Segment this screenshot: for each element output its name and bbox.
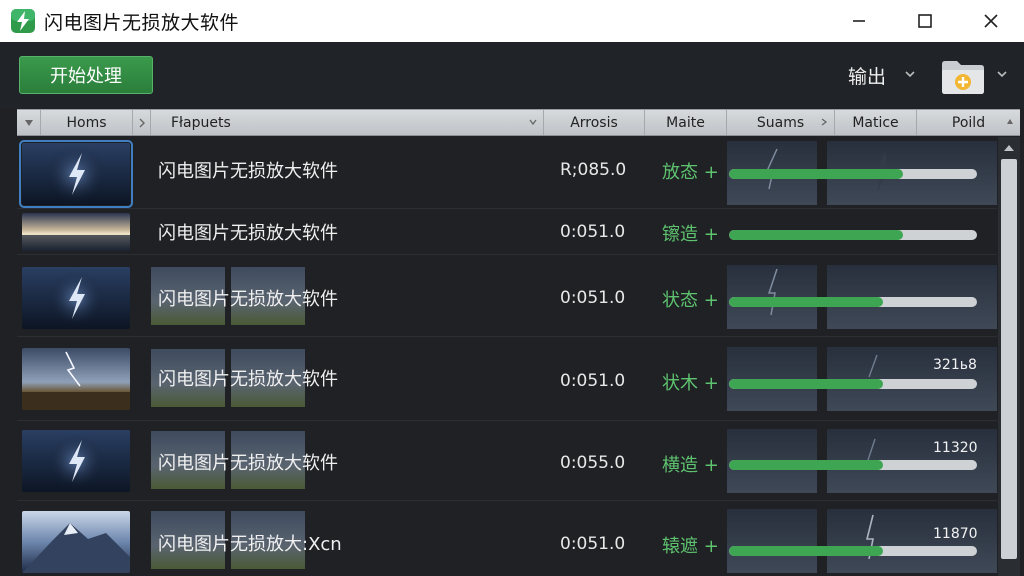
- file-list: 闪电图片无损放大软件 R;085.0 放态 + 闪电图片无损放大软件 0:051…: [17, 137, 997, 576]
- progress-bar: [729, 297, 977, 307]
- table-row[interactable]: 闪电图片无损放大:Xcn 0:051.0 辕遮 + 11870: [17, 501, 997, 576]
- progress-fill: [729, 546, 883, 556]
- close-button[interactable]: [958, 0, 1024, 42]
- image-thumbnail: [22, 213, 130, 251]
- chevron-right-icon: [139, 118, 145, 127]
- column-header-size[interactable]: Poild: [917, 110, 1020, 135]
- file-time: R;085.0: [560, 160, 627, 180]
- image-thumbnail: [22, 430, 130, 492]
- image-thumbnail: [22, 348, 130, 410]
- preview-thumbnail: [827, 509, 917, 573]
- scroll-up-icon[interactable]: [1003, 143, 1015, 153]
- status-text[interactable]: 放态 +: [662, 158, 719, 184]
- progress-fill: [729, 297, 883, 307]
- file-name: 闪电图片无损放大软件: [158, 289, 338, 310]
- status-text[interactable]: 状态 +: [662, 286, 719, 312]
- window-title: 闪电图片无损放大软件: [44, 11, 240, 34]
- output-dropdown-label[interactable]: 输出: [848, 62, 886, 89]
- column-header-homs[interactable]: Homs: [41, 110, 133, 135]
- table-header: Homs Fłapuets Arrosis Maite Suams Matice…: [17, 109, 1020, 136]
- scrollbar-thumb[interactable]: [1001, 159, 1017, 559]
- chevron-down-icon: [529, 119, 537, 126]
- file-size: 321ь8: [933, 357, 977, 373]
- chevron-down-icon[interactable]: [996, 68, 1008, 80]
- close-icon: [984, 14, 998, 28]
- progress-bar: [729, 546, 977, 556]
- table-row[interactable]: 闪电图片无损放大软件 0:051.0 状木 + 321ь8: [17, 337, 997, 421]
- status-text[interactable]: 状木 +: [662, 369, 719, 395]
- column-header-time[interactable]: Arrosis: [544, 110, 645, 135]
- maximize-icon: [918, 14, 932, 28]
- chevron-right-icon: [821, 118, 828, 126]
- window-controls: [826, 0, 1024, 42]
- progress-fill: [729, 169, 903, 179]
- progress-bar: [729, 460, 977, 470]
- folder-add-icon[interactable]: [940, 56, 986, 96]
- file-time: 0:051.0: [560, 288, 626, 308]
- file-time: 0:051.0: [560, 534, 626, 554]
- file-size: 11870: [933, 526, 978, 542]
- progress-bar: [729, 379, 977, 389]
- file-time: 0:051.0: [560, 371, 626, 391]
- minimize-icon: [853, 20, 865, 22]
- start-processing-button[interactable]: 开始处理: [19, 56, 153, 94]
- progress-bar: [729, 230, 977, 240]
- status-text[interactable]: 横造 +: [662, 451, 719, 477]
- maximize-button[interactable]: [892, 0, 958, 42]
- table-row[interactable]: 闪电图片无损放大软件 0:051.0 状态 +: [17, 255, 997, 337]
- progress-fill: [729, 460, 883, 470]
- column-header-progress[interactable]: Suams: [727, 110, 835, 135]
- table-row[interactable]: 闪电图片无损放大软件 0:051.0 镲造 +: [17, 209, 997, 255]
- progress-fill: [729, 379, 883, 389]
- column-header-matice[interactable]: Matice: [835, 110, 917, 135]
- progress-bar: [729, 169, 977, 179]
- file-size: 11320: [933, 440, 978, 456]
- preview-thumbnail: [727, 509, 817, 573]
- app-lightning-icon: [11, 9, 35, 33]
- triangle-down-icon: [24, 119, 33, 126]
- title-bar: 闪电图片无损放大软件: [0, 0, 1024, 42]
- table-row[interactable]: 闪电图片无损放大软件 0:055.0 横造 + 11320: [17, 421, 997, 501]
- file-name: 闪电图片无损放大软件: [158, 161, 338, 182]
- triangle-up-icon: [1007, 119, 1013, 124]
- file-name: 闪电图片无损放大:Xcn: [158, 534, 342, 555]
- status-text[interactable]: 辕遮 +: [662, 532, 719, 558]
- image-thumbnail: [22, 267, 130, 329]
- table-row[interactable]: 闪电图片无损放大软件 R;085.0 放态 +: [17, 137, 997, 209]
- column-expand[interactable]: [133, 110, 151, 135]
- toolbar: 开始处理 输出: [0, 42, 1024, 108]
- column-header-name[interactable]: Fłapuets: [151, 110, 544, 135]
- vertical-scrollbar[interactable]: [998, 137, 1020, 576]
- file-name: 闪电图片无损放大软件: [158, 453, 338, 474]
- image-thumbnail: [22, 511, 130, 573]
- image-thumbnail: [19, 140, 133, 208]
- file-time: 0:055.0: [560, 453, 626, 473]
- file-time: 0:051.0: [560, 222, 626, 242]
- column-header-status[interactable]: Maite: [645, 110, 727, 135]
- file-name: 闪电图片无损放大软件: [158, 223, 338, 244]
- minimize-button[interactable]: [826, 0, 892, 42]
- progress-fill: [729, 230, 903, 240]
- file-name: 闪电图片无损放大软件: [158, 369, 338, 390]
- select-all-toggle[interactable]: [17, 110, 41, 135]
- chevron-down-icon[interactable]: [904, 68, 916, 80]
- status-text[interactable]: 镲造 +: [662, 220, 719, 246]
